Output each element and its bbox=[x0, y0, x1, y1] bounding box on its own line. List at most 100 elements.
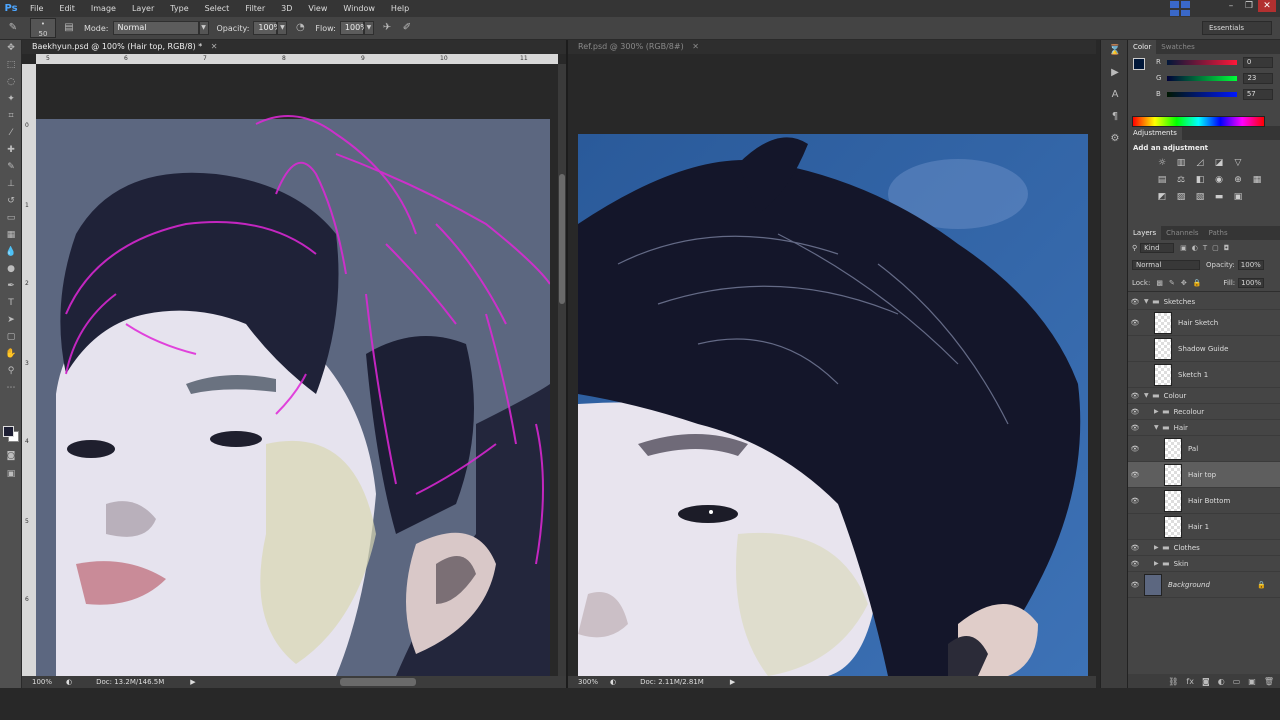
menu-file[interactable]: File bbox=[22, 0, 51, 17]
color-balance-icon[interactable]: ⚖ bbox=[1173, 173, 1189, 187]
collapsed-triangle-icon[interactable]: ▶ bbox=[1154, 544, 1162, 551]
filter-kind-select[interactable]: Kind bbox=[1140, 243, 1175, 253]
posterize-icon[interactable]: ▨ bbox=[1173, 190, 1189, 204]
layer-row[interactable]: 👁 Background 🔒 bbox=[1128, 572, 1280, 598]
crop-tool-icon[interactable]: ⌗ bbox=[0, 108, 22, 125]
new-adjustment-icon[interactable]: ◐ bbox=[1218, 677, 1225, 686]
document-tab-active[interactable]: Baekhyun.psd @ 100% (Hair top, RGB/8) * … bbox=[22, 40, 566, 54]
channel-mixer-icon[interactable]: ⊕ bbox=[1230, 173, 1246, 187]
photo-filter-icon[interactable]: ◉ bbox=[1211, 173, 1227, 187]
document-tab-inactive[interactable]: Ref.psd @ 300% (RGB/8#) ✕ bbox=[568, 40, 1096, 54]
invert-icon[interactable]: ◩ bbox=[1154, 190, 1170, 204]
new-layer-icon[interactable]: ▣ bbox=[1248, 677, 1256, 686]
layer-group-row[interactable]: 👁 ▶ ▬ Clothes bbox=[1128, 540, 1280, 556]
visibility-eye-icon[interactable]: 👁 bbox=[1128, 560, 1142, 568]
move-tool-icon[interactable]: ✥ bbox=[0, 40, 22, 57]
layer-group-row[interactable]: 👁 ▼ ▬ Hair bbox=[1128, 420, 1280, 436]
blue-value[interactable]: 57 bbox=[1242, 88, 1273, 100]
chevron-down-icon[interactable]: ▼ bbox=[277, 21, 288, 35]
vertical-scroll-thumb[interactable] bbox=[559, 174, 565, 304]
menu-view[interactable]: View bbox=[300, 0, 335, 17]
new-group-icon[interactable]: ▭ bbox=[1233, 677, 1241, 686]
vertical-scrollbar[interactable] bbox=[558, 64, 566, 676]
screen-mode-icon[interactable]: ▣ bbox=[0, 466, 22, 483]
filter-adjustment-icon[interactable]: ◐ bbox=[1192, 244, 1198, 252]
restore-button[interactable]: ❐ bbox=[1240, 0, 1258, 12]
color-lookup-icon[interactable]: ▦ bbox=[1249, 173, 1265, 187]
play-arrow-icon[interactable]: ▶ bbox=[730, 678, 735, 686]
brush-tool-icon[interactable]: ✎ bbox=[6, 21, 20, 35]
menu-help[interactable]: Help bbox=[383, 0, 417, 17]
brush-preset-picker[interactable]: • 50 bbox=[30, 18, 56, 38]
menu-window[interactable]: Window bbox=[335, 0, 383, 17]
lock-pixels-icon[interactable]: ✎ bbox=[1169, 279, 1175, 287]
tab-color[interactable]: Color bbox=[1128, 40, 1157, 54]
minimize-button[interactable]: – bbox=[1222, 0, 1240, 12]
layer-group-row[interactable]: 👁 ▼ ▬ Sketches bbox=[1128, 294, 1280, 310]
green-value[interactable]: 23 bbox=[1243, 72, 1274, 84]
airbrush-icon[interactable]: ✈ bbox=[380, 21, 394, 35]
brush-panel-toggle-icon[interactable]: ▤ bbox=[62, 21, 76, 35]
expanded-triangle-icon[interactable]: ▼ bbox=[1144, 392, 1152, 399]
red-value[interactable]: 0 bbox=[1242, 56, 1273, 68]
tool-presets-icon[interactable]: ⚙ bbox=[1101, 128, 1129, 150]
visibility-eye-icon[interactable]: 👁 bbox=[1128, 408, 1142, 416]
painting-canvas[interactable] bbox=[36, 64, 558, 676]
workspace-select[interactable]: Essentials bbox=[1202, 21, 1272, 35]
foreground-color-swatch[interactable] bbox=[1133, 58, 1145, 70]
arrange-documents-icon[interactable] bbox=[1170, 1, 1190, 16]
green-slider[interactable] bbox=[1167, 75, 1238, 81]
threshold-icon[interactable]: ▧ bbox=[1192, 190, 1208, 204]
filter-type-icon[interactable]: T bbox=[1203, 244, 1207, 252]
path-select-tool-icon[interactable]: ➤ bbox=[0, 312, 22, 329]
tab-swatches[interactable]: Swatches bbox=[1156, 40, 1199, 54]
layer-row[interactable]: 👁 Hair top bbox=[1128, 462, 1280, 488]
layer-row[interactable]: 👁 Pal bbox=[1128, 436, 1280, 462]
visibility-eye-icon[interactable]: 👁 bbox=[1128, 581, 1142, 589]
status-menu-icon[interactable]: ◐ bbox=[610, 678, 616, 686]
more-tools-icon[interactable]: ⋯ bbox=[0, 380, 22, 397]
pressure-size-icon[interactable]: ✐ bbox=[400, 21, 414, 35]
flow-field[interactable]: 100% bbox=[339, 21, 368, 35]
shape-tool-icon[interactable]: ▢ bbox=[0, 329, 22, 346]
red-slider[interactable] bbox=[1166, 59, 1237, 65]
status-menu-icon[interactable]: ◐ bbox=[66, 678, 72, 686]
history-panel-icon[interactable]: ⌛ bbox=[1101, 40, 1129, 62]
menu-filter[interactable]: Filter bbox=[237, 0, 273, 17]
menu-layer[interactable]: Layer bbox=[124, 0, 162, 17]
tab-adjustments[interactable]: Adjustments bbox=[1128, 126, 1182, 140]
blur-tool-icon[interactable]: 💧 bbox=[0, 244, 22, 261]
lock-transparency-icon[interactable]: ▩ bbox=[1156, 279, 1163, 287]
filter-pixel-icon[interactable]: ▣ bbox=[1180, 244, 1187, 252]
pressure-opacity-icon[interactable]: ◔ bbox=[293, 21, 307, 35]
chevron-down-icon[interactable]: ▼ bbox=[363, 21, 374, 35]
hand-tool-icon[interactable]: ✋ bbox=[0, 346, 22, 363]
gradient-tool-icon[interactable]: ▦ bbox=[0, 227, 22, 244]
layer-row[interactable]: 👁 Hair Bottom bbox=[1128, 488, 1280, 514]
curves-icon[interactable]: ◿ bbox=[1192, 156, 1208, 170]
menu-edit[interactable]: Edit bbox=[51, 0, 83, 17]
clone-stamp-tool-icon[interactable]: ⊥ bbox=[0, 176, 22, 193]
reference-canvas[interactable] bbox=[578, 64, 1088, 676]
zoom-level[interactable]: 100% bbox=[32, 678, 52, 686]
vibrance-icon[interactable]: ▽ bbox=[1230, 156, 1246, 170]
layer-group-row[interactable]: 👁 ▶ ▬ Recolour bbox=[1128, 404, 1280, 420]
paragraph-panel-icon[interactable]: ¶ bbox=[1101, 106, 1129, 128]
collapsed-triangle-icon[interactable]: ▶ bbox=[1154, 408, 1162, 415]
close-tab-icon[interactable]: ✕ bbox=[692, 42, 699, 51]
levels-icon[interactable]: ▥ bbox=[1173, 156, 1189, 170]
lock-all-icon[interactable]: 🔒 bbox=[1193, 279, 1202, 287]
visibility-eye-icon[interactable]: 👁 bbox=[1128, 298, 1142, 306]
tab-layers[interactable]: Layers bbox=[1128, 226, 1162, 240]
quick-select-tool-icon[interactable]: ✦ bbox=[0, 91, 22, 108]
expanded-triangle-icon[interactable]: ▼ bbox=[1154, 424, 1162, 431]
visibility-eye-icon[interactable]: 👁 bbox=[1128, 471, 1142, 479]
layer-opacity-field[interactable]: 100% bbox=[1237, 260, 1264, 270]
brightness-contrast-icon[interactable]: ☼ bbox=[1154, 156, 1170, 170]
hue-saturation-icon[interactable]: ▤ bbox=[1154, 173, 1170, 187]
layer-fill-field[interactable]: 100% bbox=[1238, 277, 1265, 288]
menu-select[interactable]: Select bbox=[197, 0, 238, 17]
menu-type[interactable]: Type bbox=[162, 0, 196, 17]
layer-row[interactable]: 👁 Hair Sketch bbox=[1128, 310, 1280, 336]
layer-row[interactable]: Hair 1 bbox=[1128, 514, 1280, 540]
